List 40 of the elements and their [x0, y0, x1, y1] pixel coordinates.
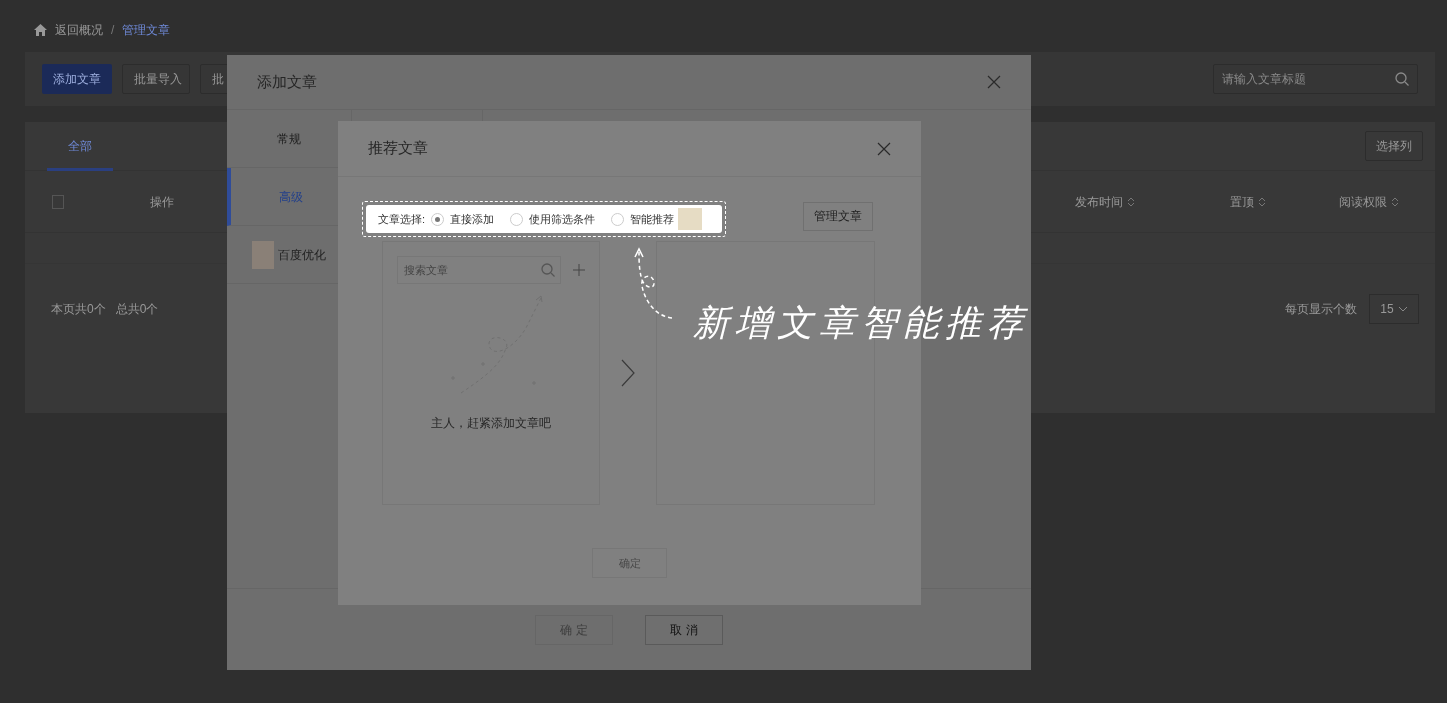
- page-size-select[interactable]: 15: [1369, 293, 1419, 324]
- column-header: 置顶: [1229, 193, 1254, 211]
- total-count: 总共0个: [115, 300, 159, 318]
- column-header: 操作: [150, 193, 175, 211]
- radio-option[interactable]: 直接添加: [431, 210, 495, 228]
- toolbar-button[interactable]: 批量导入: [122, 64, 190, 94]
- radio-option[interactable]: 使用筛选条件: [510, 210, 596, 228]
- breadcrumb-link[interactable]: 返回概况: [55, 21, 103, 39]
- column-header: 阅读权限: [1339, 193, 1388, 211]
- close-icon[interactable]: [877, 141, 891, 156]
- field-label: 文章选择:: [378, 211, 426, 227]
- page-size-label: 每页显示个数: [1285, 300, 1357, 318]
- checkbox[interactable]: [52, 194, 65, 209]
- breadcrumb-link[interactable]: 管理文章: [122, 21, 171, 39]
- manage-articles-button[interactable]: 管理文章: [803, 201, 873, 231]
- thumbnail-icon: [678, 208, 703, 230]
- select-columns-button[interactable]: 选择列: [1365, 131, 1423, 161]
- annotation-text: 新增文章智能推荐: [693, 301, 1029, 345]
- sort-icon[interactable]: [1126, 195, 1135, 208]
- plus-icon[interactable]: [573, 264, 585, 276]
- sort-icon[interactable]: [1391, 195, 1400, 208]
- search-icon[interactable]: [540, 262, 556, 278]
- breadcrumb-separator: /: [111, 22, 115, 39]
- empty-message: 主人，赶紧添加文章吧: [431, 415, 551, 432]
- close-icon[interactable]: [987, 75, 1001, 89]
- dialog-title: 添加文章: [257, 71, 317, 92]
- chevron-down-icon: [1397, 305, 1408, 312]
- thumbnail-icon: [252, 240, 274, 269]
- dialog-button[interactable]: 取 消: [645, 614, 723, 645]
- toolbar-button[interactable]: 添加文章: [42, 64, 112, 94]
- chevron-right-icon[interactable]: [621, 359, 635, 387]
- sort-icon[interactable]: [1257, 195, 1266, 208]
- radio-option[interactable]: 智能推荐: [611, 208, 703, 230]
- search-field[interactable]: 请输入文章标题: [1213, 64, 1418, 94]
- column-header: 发布时间: [1074, 193, 1123, 211]
- dialog-title: 推荐文章: [368, 138, 428, 159]
- home-icon: [34, 24, 47, 36]
- page-count: 本页共0个: [51, 300, 106, 318]
- tab[interactable]: 全部: [47, 121, 113, 171]
- search-icon[interactable]: [1394, 71, 1410, 87]
